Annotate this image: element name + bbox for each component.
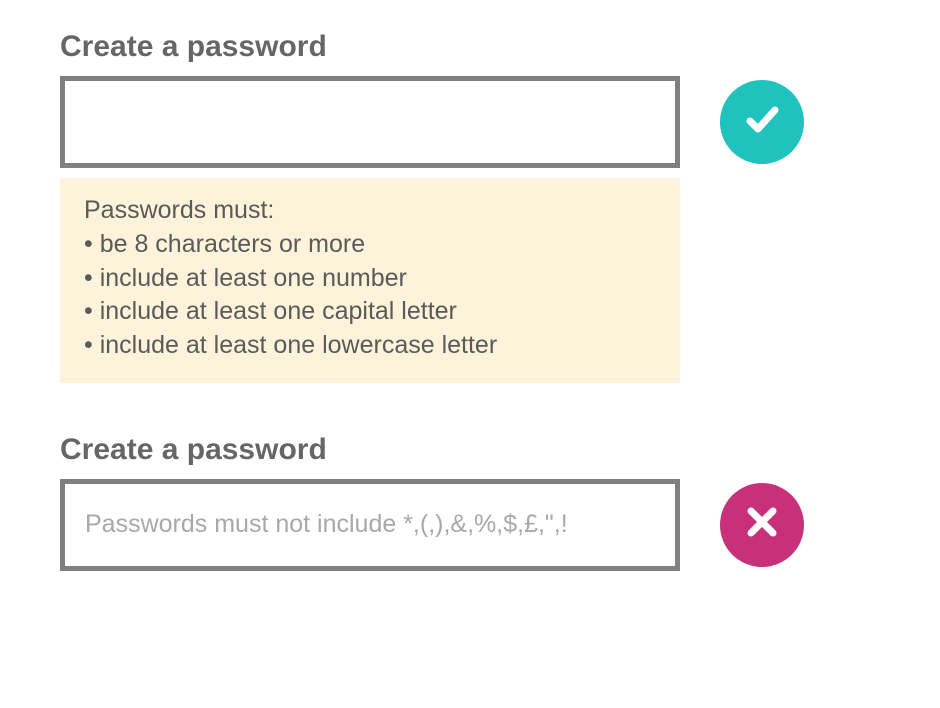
password-input-good[interactable] xyxy=(60,76,680,168)
hint-item: include at least one lowercase letter xyxy=(84,329,656,363)
hint-item: include at least one number xyxy=(84,262,656,296)
good-badge xyxy=(720,80,804,164)
bad-badge xyxy=(720,483,804,567)
cross-icon xyxy=(738,498,786,551)
good-example: Create a password Passwords must: be 8 c… xyxy=(60,30,880,383)
input-row-bad xyxy=(60,479,880,571)
check-icon xyxy=(738,96,786,149)
hint-intro: Passwords must: xyxy=(84,194,656,228)
bad-example: Create a password xyxy=(60,433,880,571)
field-label-good: Create a password xyxy=(60,30,880,64)
field-label-bad: Create a password xyxy=(60,433,880,467)
hint-item: be 8 characters or more xyxy=(84,228,656,262)
hint-item: include at least one capital letter xyxy=(84,295,656,329)
input-row-good xyxy=(60,76,880,168)
password-input-bad[interactable] xyxy=(60,479,680,571)
hint-box: Passwords must: be 8 characters or more … xyxy=(60,178,680,383)
